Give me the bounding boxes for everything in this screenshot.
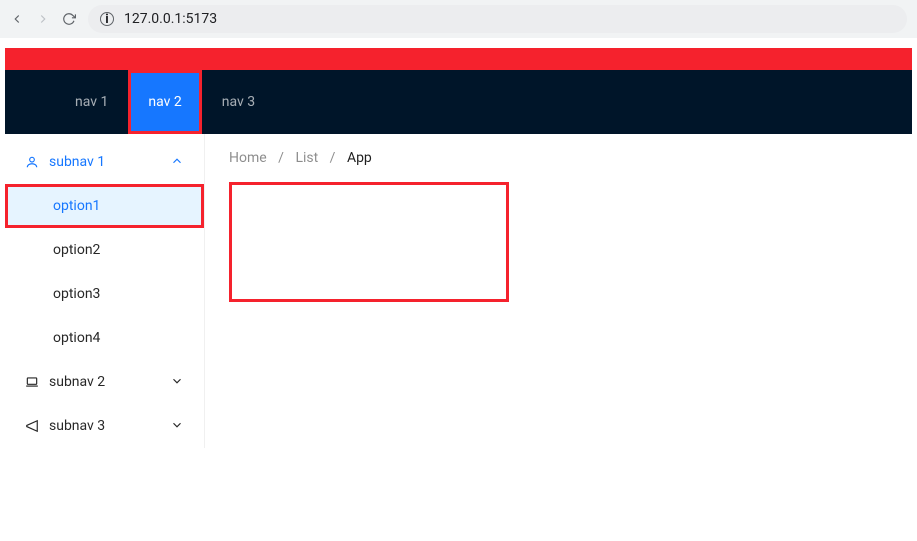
sidebar-group-label: subnav 2 (49, 374, 105, 390)
sidebar-group-subnav2[interactable]: subnav 2 (5, 360, 204, 404)
sidebar-group-label: subnav 1 (49, 154, 105, 170)
breadcrumb-item[interactable]: Home (229, 150, 267, 166)
sidebar-option-2[interactable]: option2 (5, 228, 204, 272)
sidebar-group-subnav3[interactable]: subnav 3 (5, 404, 204, 448)
notification-icon (25, 419, 39, 433)
main-content: Home / List / App (205, 134, 912, 448)
topnav-item-3[interactable]: nav 3 (202, 70, 275, 134)
sidebar: subnav 1 option1 option2 option3 option4… (5, 134, 205, 448)
breadcrumb-separator: / (278, 150, 284, 166)
reload-icon[interactable] (62, 12, 76, 26)
chevron-up-icon (170, 154, 184, 171)
breadcrumb-separator: / (330, 150, 336, 166)
user-icon (25, 155, 39, 169)
forward-icon[interactable] (36, 12, 50, 26)
info-icon[interactable]: i (100, 12, 114, 26)
laptop-icon (25, 375, 39, 389)
top-nav: nav 1 nav 2 nav 3 (5, 70, 912, 134)
breadcrumb-item[interactable]: List (295, 150, 318, 166)
highlight-strip (5, 48, 912, 70)
chevron-down-icon (170, 374, 184, 391)
sidebar-group-subnav1[interactable]: subnav 1 (5, 140, 204, 184)
back-icon[interactable] (10, 12, 24, 26)
breadcrumb-item-current: App (347, 150, 372, 166)
sidebar-group-label: subnav 3 (49, 418, 105, 434)
content-highlight-box (229, 182, 509, 302)
breadcrumb: Home / List / App (229, 150, 888, 166)
sidebar-option-3[interactable]: option3 (5, 272, 204, 316)
sidebar-option-1[interactable]: option1 (5, 184, 204, 228)
chevron-down-icon (170, 418, 184, 435)
topnav-item-2[interactable]: nav 2 (128, 70, 201, 134)
sidebar-option-4[interactable]: option4 (5, 316, 204, 360)
browser-toolbar: i 127.0.0.1:5173 (0, 0, 917, 38)
url-text: 127.0.0.1:5173 (124, 11, 217, 27)
url-bar[interactable]: i 127.0.0.1:5173 (88, 5, 907, 33)
topnav-item-1[interactable]: nav 1 (55, 70, 128, 134)
